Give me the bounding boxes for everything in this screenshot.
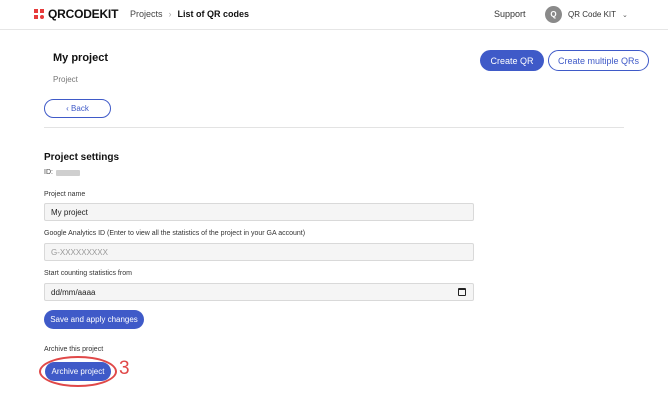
page-title: My project — [53, 52, 109, 64]
start-date-input[interactable]: dd/mm/aaaa — [44, 283, 474, 301]
create-multiple-qrs-button[interactable]: Create multiple QRs — [548, 50, 649, 71]
logo-text: QRCODEKIT — [48, 7, 119, 21]
project-name-value: My project — [51, 207, 88, 217]
support-link[interactable]: Support — [494, 9, 526, 19]
logo[interactable]: QRCODEKIT — [34, 7, 118, 21]
user-menu[interactable]: Q QR Code KIT ⌄ — [545, 6, 628, 23]
breadcrumb-separator: › — [168, 9, 172, 19]
top-bar: QRCODEKIT Projects › List of QR codes Su… — [0, 0, 668, 30]
highlight-ring — [39, 356, 117, 387]
breadcrumb-projects-link[interactable]: Projects — [130, 9, 163, 19]
start-date-label: Start counting statistics from — [44, 270, 132, 277]
breadcrumb-current: List of QR codes — [177, 9, 250, 19]
project-name-label: Project name — [44, 191, 86, 198]
start-date-value: dd/mm/aaaa — [51, 287, 96, 297]
page-subtitle: Project — [53, 75, 78, 84]
project-id-redacted — [55, 169, 80, 176]
calendar-icon[interactable] — [458, 288, 466, 296]
user-name: QR Code KIT — [568, 10, 617, 19]
ga-id-label: Google Analytics ID (Enter to view all t… — [44, 230, 306, 237]
ga-id-placeholder: G-XXXXXXXXX — [51, 247, 108, 257]
project-name-input[interactable]: My project — [44, 203, 474, 221]
create-qr-button[interactable]: Create QR — [480, 50, 544, 71]
section-title: Project settings — [44, 152, 120, 163]
annotation-number: 3 — [119, 358, 130, 379]
divider — [44, 127, 624, 128]
chevron-down-icon: ⌄ — [622, 11, 628, 19]
ga-id-input[interactable]: G-XXXXXXXXX — [44, 243, 474, 261]
breadcrumb: Projects › List of QR codes — [130, 9, 249, 19]
archive-label: Archive this project — [44, 346, 104, 353]
save-button[interactable]: Save and apply changes — [44, 310, 144, 329]
back-button[interactable]: ‹ Back — [44, 99, 111, 118]
logo-icon — [34, 8, 45, 20]
project-id-row: ID: — [44, 169, 80, 176]
avatar: Q — [545, 6, 562, 23]
project-id-label: ID: — [44, 169, 53, 176]
